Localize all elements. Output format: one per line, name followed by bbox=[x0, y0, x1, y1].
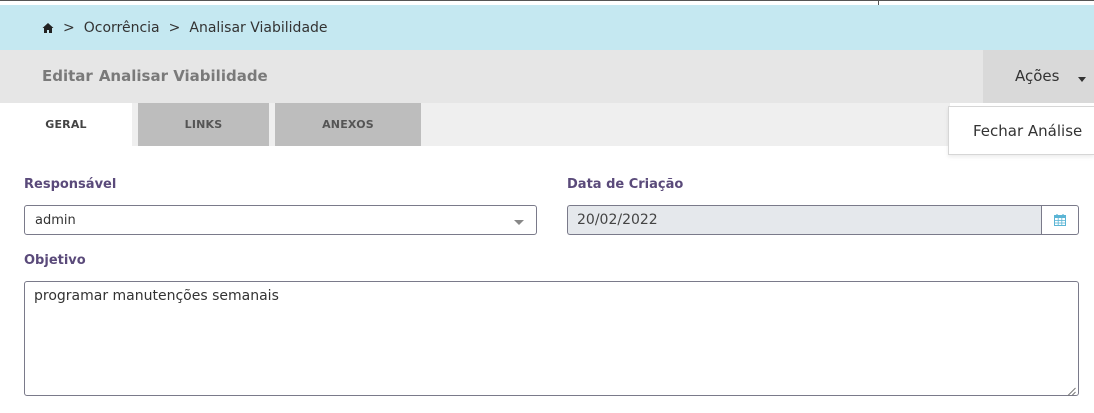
breadcrumb-separator: > bbox=[168, 19, 181, 36]
breadcrumb-item-ocorrencia[interactable]: Ocorrência bbox=[84, 20, 160, 36]
tab-geral[interactable]: GERAL bbox=[0, 103, 132, 146]
responsavel-label: Responsável bbox=[24, 177, 117, 192]
page-title-prefix: Editar bbox=[42, 67, 93, 85]
objetivo-textarea[interactable]: programar manutenções semanais bbox=[24, 281, 1079, 396]
data-criacao-value: 20/02/2022 bbox=[577, 212, 658, 228]
chevron-down-icon bbox=[514, 220, 524, 225]
caret-down-icon bbox=[1078, 77, 1086, 82]
page-header: Editar Analisar Viabilidade Ações bbox=[0, 50, 1094, 103]
data-criacao-label: Data de Criação bbox=[567, 177, 684, 192]
page-title-text: Analisar Viabilidade bbox=[98, 67, 268, 85]
actions-label: Ações bbox=[1015, 67, 1060, 85]
breadcrumb-item-current: Analisar Viabilidade bbox=[189, 19, 328, 36]
tab-anexos[interactable]: ANEXOS bbox=[275, 103, 421, 146]
menu-item-fechar-analise[interactable]: Fechar Análise bbox=[948, 106, 1094, 155]
resize-handle-icon[interactable] bbox=[1067, 384, 1076, 396]
tab-bar: GERAL LINKS ANEXOS bbox=[0, 103, 950, 146]
responsavel-select[interactable]: admin bbox=[24, 205, 537, 235]
objetivo-label: Objetivo bbox=[24, 253, 86, 268]
data-criacao-field: 20/02/2022 bbox=[567, 205, 1042, 235]
calendar-button[interactable] bbox=[1041, 205, 1079, 235]
breadcrumb: > Ocorrência > Analisar Viabilidade bbox=[0, 5, 1094, 50]
objetivo-value: programar manutenções semanais bbox=[34, 288, 279, 304]
actions-button[interactable]: Ações bbox=[983, 50, 1094, 103]
tab-links[interactable]: LINKS bbox=[138, 103, 269, 146]
breadcrumb-separator: > bbox=[63, 19, 75, 36]
page-title: Editar Analisar Viabilidade bbox=[42, 67, 268, 85]
home-icon[interactable] bbox=[42, 22, 54, 34]
responsavel-value: admin bbox=[35, 212, 76, 228]
calendar-icon bbox=[1054, 211, 1066, 230]
